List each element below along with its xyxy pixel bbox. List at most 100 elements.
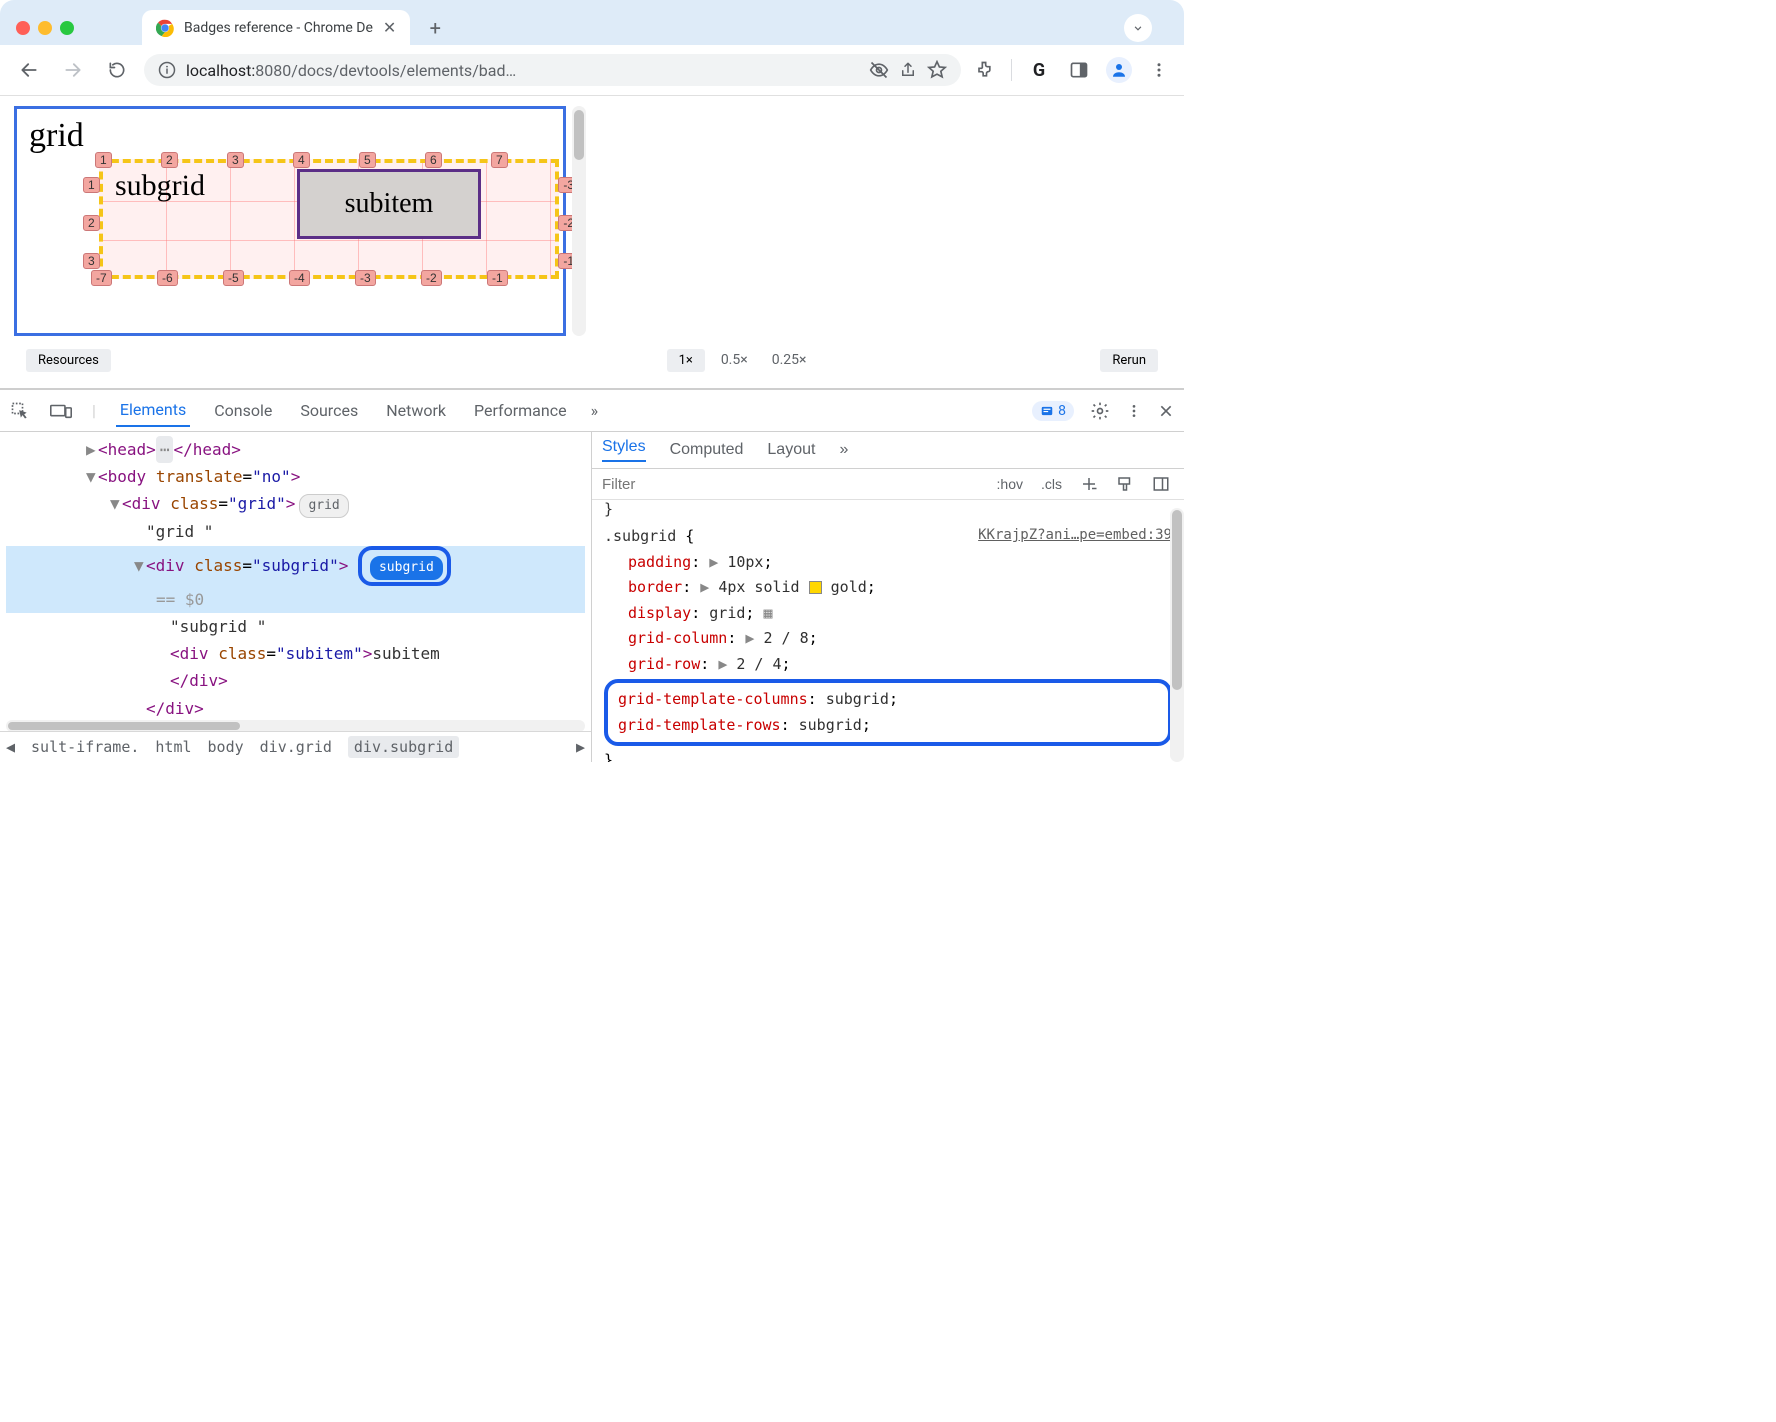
dom-selected-ref: == $0 — [6, 586, 585, 613]
tabs-overflow-button[interactable] — [1124, 14, 1152, 42]
tab-styles[interactable]: Styles — [602, 438, 646, 462]
kebab-menu-icon[interactable] — [1126, 403, 1142, 419]
google-icon[interactable]: G — [1026, 57, 1052, 83]
dom-node-selected[interactable]: ▼<div class="subgrid"> subgrid — [6, 546, 585, 586]
extensions-icon[interactable] — [971, 57, 997, 83]
grid-badge[interactable]: grid — [299, 494, 348, 518]
toolbar-icons: G — [971, 57, 1172, 83]
tab-console[interactable]: Console — [210, 395, 276, 426]
share-icon[interactable] — [899, 61, 917, 79]
profile-avatar[interactable] — [1106, 57, 1132, 83]
hov-toggle[interactable]: :hov — [993, 474, 1027, 494]
scrollbar-thumb[interactable] — [574, 110, 584, 160]
dom-node[interactable]: <div class="subitem">subitem — [6, 640, 585, 667]
settings-gear-icon[interactable] — [1090, 401, 1110, 421]
menu-dots-icon[interactable] — [1146, 57, 1172, 83]
reload-button[interactable] — [100, 53, 134, 87]
tab-strip: Badges reference - Chrome De ✕ + — [142, 10, 450, 45]
rerun-button[interactable]: Rerun — [1100, 349, 1158, 372]
url-bar[interactable]: localhost:8080/docs/devtools/elements/ba… — [144, 54, 961, 86]
grid-container: grid 1 2 3 4 5 6 7 1 2 3 -3 -2 -1 -7 — [14, 106, 566, 336]
scrollbar-thumb[interactable] — [8, 722, 240, 730]
computed-panel-icon[interactable] — [1148, 473, 1174, 495]
favicon-chrome-icon — [156, 19, 174, 37]
device-toggle-icon[interactable] — [50, 402, 72, 420]
breadcrumb-item[interactable]: html — [155, 738, 191, 756]
dom-tree[interactable]: ▶<head>⋯</head> ▼<body translate="no"> ▼… — [0, 432, 591, 726]
grid-editor-icon[interactable]: ▦ — [763, 601, 772, 627]
highlighted-properties: grid-template-columns: subgrid; grid-tem… — [604, 679, 1172, 746]
close-window-button[interactable] — [16, 21, 30, 35]
viewport-scrollbar[interactable] — [572, 106, 586, 336]
styles-panel: Styles Computed Layout » :hov .cls } — [592, 432, 1184, 762]
grid-line-num: -3 — [355, 270, 376, 286]
dom-node[interactable]: ▶<head>⋯</head> — [6, 436, 585, 463]
breadcrumb-item[interactable]: body — [208, 738, 244, 756]
dom-text-node[interactable]: "subgrid " — [6, 613, 585, 640]
breadcrumb-item[interactable]: div.grid — [260, 738, 332, 756]
close-tab-icon[interactable]: ✕ — [383, 18, 396, 37]
more-tabs-icon[interactable]: » — [591, 401, 599, 420]
grid-line-num: 4 — [293, 152, 310, 168]
dom-node[interactable]: ▼<body translate="no"> — [6, 463, 585, 490]
more-tabs-icon[interactable]: » — [839, 441, 848, 459]
window-controls: Badges reference - Chrome De ✕ + — [0, 0, 1184, 45]
zoom-1x-button[interactable]: 1× — [667, 349, 705, 372]
breadcrumb-item[interactable]: div.subgrid — [348, 736, 459, 758]
new-tab-button[interactable]: + — [420, 13, 450, 43]
issues-badge[interactable]: 8 — [1032, 401, 1074, 421]
css-source-link[interactable]: KKrajpZ?ani…pe=embed:39 — [978, 524, 1172, 548]
subgrid-label: subgrid — [115, 169, 205, 203]
tab-layout[interactable]: Layout — [767, 441, 815, 459]
grid-line-num: -4 — [289, 270, 310, 286]
eye-off-icon[interactable] — [869, 60, 889, 80]
viewport-toolbar: Resources 1× 0.5× 0.25× Rerun — [14, 342, 1170, 378]
breadcrumb-prev-icon[interactable]: ◀ — [6, 738, 15, 756]
tab-computed[interactable]: Computed — [670, 441, 744, 459]
site-info-icon[interactable] — [158, 61, 176, 79]
grid-line-num: -5 — [223, 270, 244, 286]
dom-text-node[interactable]: "grid " — [6, 518, 585, 545]
scrollbar-thumb[interactable] — [1172, 510, 1182, 690]
zoom-025x-button[interactable]: 0.25× — [764, 348, 815, 372]
css-rule[interactable]: .subgrid { KKrajpZ?ani…pe=embed:39 paddi… — [592, 518, 1184, 762]
bookmark-star-icon[interactable] — [927, 60, 947, 80]
dom-node[interactable]: </div> — [6, 667, 585, 694]
dom-breadcrumb: ◀ sult-iframe. html body div.grid div.su… — [0, 731, 591, 762]
tab-sources[interactable]: Sources — [296, 395, 362, 426]
ellipsis-icon[interactable]: ⋯ — [156, 436, 174, 463]
dom-node[interactable]: </div> — [6, 695, 585, 722]
back-button[interactable] — [12, 53, 46, 87]
close-devtools-icon[interactable] — [1158, 403, 1174, 419]
styles-scrollbar[interactable] — [1170, 508, 1184, 762]
breadcrumb-next-icon[interactable]: ▶ — [576, 738, 585, 756]
grid-line-num: -7 — [91, 270, 112, 286]
breadcrumb-item[interactable]: sult-iframe. — [31, 738, 139, 756]
forward-button[interactable] — [56, 53, 90, 87]
new-rule-icon[interactable] — [1076, 473, 1102, 495]
tab-network[interactable]: Network — [382, 395, 450, 426]
tab-title: Badges reference - Chrome De — [184, 20, 373, 36]
color-swatch[interactable] — [809, 581, 822, 594]
grid-line-num: -6 — [157, 270, 178, 286]
cls-toggle[interactable]: .cls — [1037, 474, 1066, 494]
subgrid-container: 1 2 3 4 5 6 7 1 2 3 -3 -2 -1 -7 -6 -5 -4 — [99, 159, 559, 279]
tab-elements[interactable]: Elements — [116, 394, 190, 427]
inspect-icon[interactable] — [10, 401, 30, 421]
minimize-window-button[interactable] — [38, 21, 52, 35]
resources-button[interactable]: Resources — [26, 349, 111, 372]
grid-line-num: -1 — [487, 270, 508, 286]
tab-performance[interactable]: Performance — [470, 395, 571, 426]
dom-node[interactable]: ▼<div class="grid">grid — [6, 490, 585, 518]
grid-line-num: 1 — [83, 177, 100, 193]
maximize-window-button[interactable] — [60, 21, 74, 35]
devtools-body: ▶<head>⋯</head> ▼<body translate="no"> ▼… — [0, 432, 1184, 762]
sidepanel-icon[interactable] — [1066, 57, 1092, 83]
css-selector[interactable]: .subgrid — [604, 527, 676, 545]
zoom-05x-button[interactable]: 0.5× — [713, 348, 756, 372]
styles-filter-input[interactable] — [602, 476, 983, 493]
subgrid-badge-highlight: subgrid — [358, 546, 451, 586]
paintbrush-icon[interactable] — [1112, 473, 1138, 495]
subgrid-badge[interactable]: subgrid — [370, 556, 443, 580]
browser-tab[interactable]: Badges reference - Chrome De ✕ — [142, 10, 410, 45]
